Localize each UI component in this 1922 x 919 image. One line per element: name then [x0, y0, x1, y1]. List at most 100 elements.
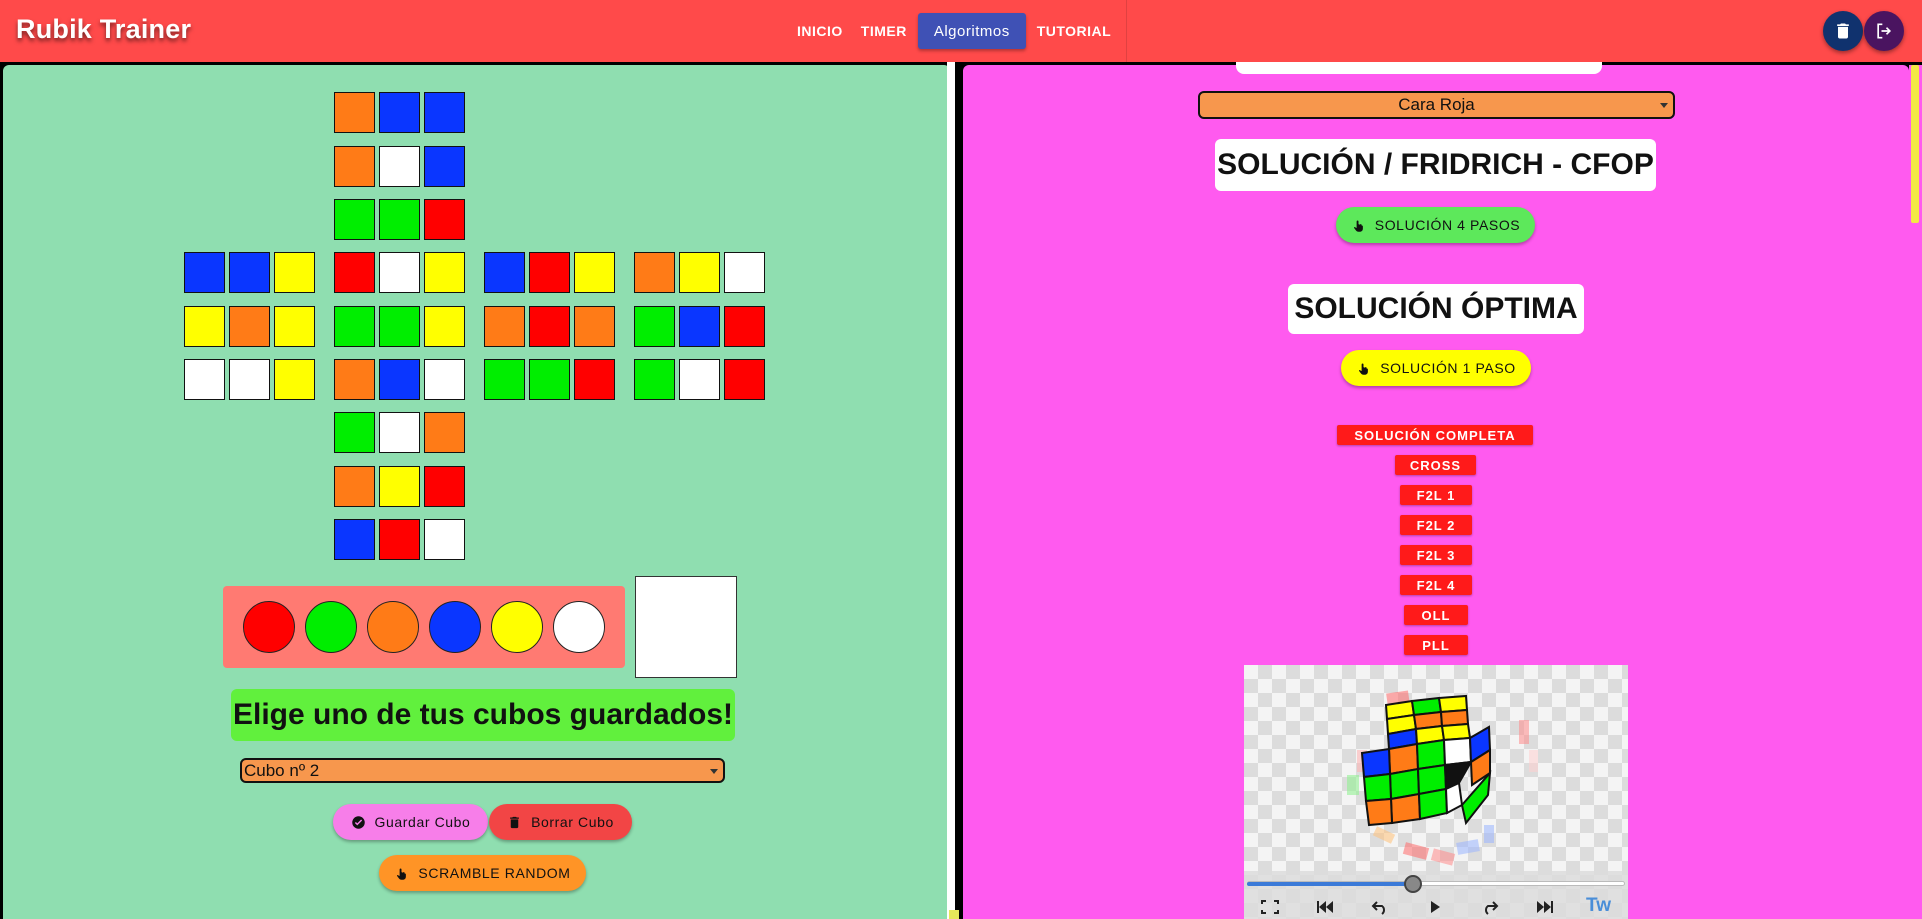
step-f2l-4[interactable]: F2L 4: [1400, 575, 1472, 595]
sticker-up-4[interactable]: [379, 145, 420, 187]
sticker-back-3[interactable]: [634, 305, 675, 347]
sticker-up-7[interactable]: [379, 199, 420, 240]
fridrich-title: SOLUCIÓN / FRIDRICH - CFOP: [1215, 139, 1656, 191]
sticker-front-8[interactable]: [424, 359, 465, 400]
sticker-front-0[interactable]: [334, 252, 375, 293]
nav-inicio[interactable]: INICIO: [788, 13, 852, 49]
scramble-random-button[interactable]: SCRAMBLE RANDOM: [379, 855, 586, 891]
sticker-right-2[interactable]: [574, 252, 615, 293]
step-back-icon[interactable]: [1370, 899, 1390, 915]
save-cube-button[interactable]: Guardar Cubo: [333, 804, 488, 840]
sticker-right-4[interactable]: [529, 305, 570, 347]
cube-3d-view[interactable]: [1244, 665, 1628, 875]
sticker-right-8[interactable]: [574, 359, 615, 400]
sticker-front-3[interactable]: [334, 305, 375, 347]
sticker-left-8[interactable]: [274, 359, 315, 400]
swatch-orange[interactable]: [367, 601, 419, 653]
sticker-down-6[interactable]: [334, 519, 375, 560]
sticker-front-7[interactable]: [379, 359, 420, 400]
logout-button[interactable]: [1864, 11, 1904, 51]
sticker-up-1[interactable]: [379, 92, 420, 133]
sticker-up-2[interactable]: [424, 92, 465, 133]
panel-divider[interactable]: [947, 62, 955, 919]
sticker-left-4[interactable]: [229, 305, 270, 347]
player-controls: Tw: [1244, 871, 1628, 919]
solution-scroll-thumb[interactable]: [1911, 65, 1919, 223]
optimal-title: SOLUCIÓN ÓPTIMA: [1288, 284, 1584, 334]
step-f2l-2[interactable]: F2L 2: [1400, 515, 1472, 535]
sticker-back-0[interactable]: [634, 252, 675, 293]
sticker-left-5[interactable]: [274, 305, 315, 347]
swatch-blue[interactable]: [429, 601, 481, 653]
step-oll[interactable]: OLL: [1404, 605, 1468, 625]
solution-1-step-button[interactable]: SOLUCIÓN 1 PASO: [1341, 350, 1531, 386]
sticker-left-6[interactable]: [184, 359, 225, 400]
sticker-left-1[interactable]: [229, 252, 270, 293]
sticker-back-4[interactable]: [679, 305, 720, 347]
sticker-front-1[interactable]: [379, 252, 420, 293]
step-f2l-3[interactable]: F2L 3: [1400, 545, 1472, 565]
sticker-right-0[interactable]: [484, 252, 525, 293]
sticker-up-5[interactable]: [424, 145, 465, 187]
nav-divider: [1126, 0, 1127, 62]
sticker-up-8[interactable]: [424, 199, 465, 240]
sticker-down-2[interactable]: [424, 412, 465, 453]
touch-icon: [1359, 363, 1369, 375]
solution-4-steps-button[interactable]: SOLUCIÓN 4 PASOS: [1336, 207, 1535, 243]
delete-all-button[interactable]: [1823, 11, 1863, 51]
step-full-solution[interactable]: SOLUCIÓN COMPLETA: [1337, 425, 1533, 445]
sticker-down-4[interactable]: [379, 465, 420, 507]
sticker-down-0[interactable]: [334, 412, 375, 453]
saved-cubes-title: Elige uno de tus cubos guardados!: [231, 689, 735, 741]
nav-tutorial[interactable]: TUTORIAL: [1028, 13, 1121, 49]
sticker-right-6[interactable]: [484, 359, 525, 400]
fullscreen-icon[interactable]: [1260, 899, 1280, 915]
sticker-down-5[interactable]: [424, 465, 465, 507]
sticker-back-1[interactable]: [679, 252, 720, 293]
nav-algoritmos[interactable]: Algoritmos: [917, 13, 1026, 49]
sticker-left-0[interactable]: [184, 252, 225, 293]
step-pll[interactable]: PLL: [1404, 635, 1468, 655]
sticker-left-3[interactable]: [184, 305, 225, 347]
skip-end-icon[interactable]: [1535, 899, 1555, 915]
progress-knob[interactable]: [1404, 875, 1422, 893]
swatch-white[interactable]: [553, 601, 605, 653]
sticker-right-1[interactable]: [529, 252, 570, 293]
swatch-red[interactable]: [243, 601, 295, 653]
sticker-right-7[interactable]: [529, 359, 570, 400]
face-select[interactable]: Cara Roja: [1198, 91, 1675, 119]
cube-player[interactable]: Tw: [1244, 665, 1628, 919]
sticker-left-7[interactable]: [229, 359, 270, 400]
swatch-green[interactable]: [305, 601, 357, 653]
sticker-down-8[interactable]: [424, 519, 465, 560]
play-icon[interactable]: [1425, 899, 1445, 915]
logout-icon: [1877, 23, 1892, 39]
sticker-right-3[interactable]: [484, 305, 525, 347]
step-cross[interactable]: CROSS: [1395, 455, 1476, 475]
skip-start-icon[interactable]: [1315, 899, 1335, 915]
sticker-front-6[interactable]: [334, 359, 375, 400]
nav-timer[interactable]: TIMER: [852, 13, 916, 49]
sticker-up-0[interactable]: [334, 92, 375, 133]
swatch-yellow[interactable]: [491, 601, 543, 653]
sticker-back-2[interactable]: [724, 252, 765, 293]
saved-cube-select[interactable]: Cubo nº 2: [240, 758, 725, 783]
sticker-back-5[interactable]: [724, 305, 765, 347]
delete-cube-button[interactable]: Borrar Cubo: [489, 804, 632, 840]
sticker-front-4[interactable]: [379, 305, 420, 347]
sticker-left-2[interactable]: [274, 252, 315, 293]
sticker-down-1[interactable]: [379, 412, 420, 453]
sticker-down-3[interactable]: [334, 465, 375, 507]
sticker-back-6[interactable]: [634, 359, 675, 400]
sticker-back-7[interactable]: [679, 359, 720, 400]
sticker-up-3[interactable]: [334, 145, 375, 187]
sticker-back-8[interactable]: [724, 359, 765, 400]
sticker-front-5[interactable]: [424, 305, 465, 347]
step-f2l-1[interactable]: F2L 1: [1400, 485, 1472, 505]
sticker-right-5[interactable]: [574, 305, 615, 347]
sticker-down-7[interactable]: [379, 519, 420, 560]
sticker-up-6[interactable]: [334, 199, 375, 240]
sticker-front-2[interactable]: [424, 252, 465, 293]
twisty-label[interactable]: Tw: [1586, 895, 1611, 917]
step-forward-icon[interactable]: [1480, 899, 1500, 915]
